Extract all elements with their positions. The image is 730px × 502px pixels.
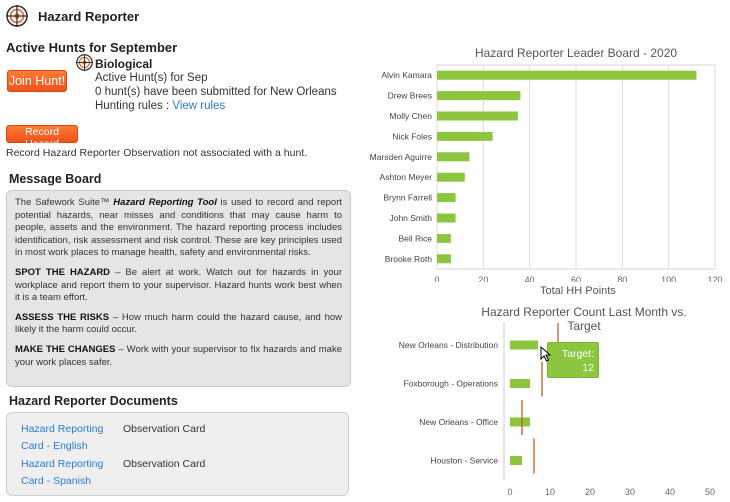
- leaderboard-bar: [437, 152, 470, 162]
- app-title: Hazard Reporter: [38, 9, 140, 24]
- document-type: Observation Card: [123, 458, 206, 470]
- x-tick-label: 0: [507, 487, 512, 497]
- actual-bar: [510, 379, 530, 388]
- tooltip-actual: Actual: 7: [553, 376, 594, 388]
- x-tick-label: 10: [545, 487, 555, 497]
- leaderboard-bar: [437, 131, 493, 141]
- leaderboard-bar: [437, 172, 465, 182]
- hunting-rules-label: Hunting rules :: [95, 100, 173, 112]
- category-label: John Smith: [389, 213, 432, 223]
- record-hazard-note: Record Hazard Reporter Observation not a…: [6, 147, 308, 159]
- category-label: Nick Foles: [392, 131, 432, 141]
- hunt-active-line: Active Hunt(s) for Sep: [95, 72, 208, 84]
- hunting-rules-line: Hunting rules : View rules: [95, 100, 225, 112]
- crosshair-target-icon: [76, 54, 93, 71]
- x-tick-label: 50: [705, 487, 715, 497]
- leaderboard-bar: [437, 111, 519, 121]
- tool-name: Hazard Reporting Tool: [113, 197, 217, 208]
- x-tick-label: 20: [478, 275, 488, 282]
- x-tick-label: 40: [525, 275, 535, 282]
- record-hazard-button[interactable]: Record Hazard: [6, 125, 78, 150]
- document-link-spanish[interactable]: Hazard Reporting Card - Spanish: [21, 456, 111, 490]
- actual-bar: [510, 340, 538, 350]
- leaderboard-bar: [437, 254, 451, 264]
- document-type: Observation Card: [123, 423, 206, 435]
- message-changes: MAKE THE CHANGES – Work with your superv…: [15, 343, 342, 368]
- message-board-panel: The Safework Suite™ Hazard Reporting Too…: [6, 190, 351, 387]
- leaderboard-x-axis-title: Total HH Points: [540, 285, 616, 297]
- actual-bar: [510, 456, 522, 465]
- x-tick-label: 60: [571, 275, 581, 282]
- document-link-english[interactable]: Hazard Reporting Card - English: [21, 421, 111, 455]
- documents-panel: Hazard Reporting Card - English Observati…: [6, 412, 349, 496]
- category-label: Foxborough - Operations: [404, 379, 499, 389]
- category-label: Bell Rice: [398, 233, 432, 243]
- category-label: New Orleans - Office: [419, 417, 498, 427]
- x-tick-label: 0: [434, 275, 439, 282]
- view-rules-link[interactable]: View rules: [172, 100, 225, 112]
- message-assess: ASSESS THE RISKS – How much harm could t…: [15, 311, 343, 336]
- category-label: Molly Chen: [389, 111, 432, 121]
- leaderboard-chart-title: Hazard Reporter Leader Board - 2020: [474, 46, 678, 60]
- crosshair-target-icon[interactable]: [6, 5, 28, 27]
- leaderboard-bar: [437, 233, 451, 243]
- x-tick-label: 80: [617, 275, 627, 282]
- actual-bar: [510, 417, 530, 427]
- category-label: New Orleans - Distribution: [399, 340, 498, 350]
- app-header: Hazard Reporter: [0, 0, 730, 33]
- category-label: Drew Brees: [388, 91, 432, 101]
- category-label: Marsden Aguirre: [370, 152, 433, 162]
- category-label: Brynn Farrell: [383, 193, 432, 203]
- leaderboard-bar: [437, 193, 456, 203]
- leaderboard-chart: 0 20 40 60 80 100 120 Alvin Kamara Drew Brees Mol…: [370, 64, 723, 282]
- hunt-name: Biological: [95, 57, 153, 71]
- message-board-heading: Message Board: [9, 172, 102, 186]
- documents-heading: Hazard Reporter Documents: [9, 394, 178, 408]
- tooltip-target: Target: 12: [561, 348, 594, 374]
- join-hunt-button[interactable]: Join Hunt!: [7, 70, 67, 92]
- active-hunts-heading: Active Hunts for September: [6, 40, 178, 55]
- hunt-submitted-line: 0 hunt(s) have been submitted for New Or…: [95, 86, 337, 98]
- message-intro: The Safework Suite™ Hazard Reporting Too…: [15, 197, 342, 259]
- x-tick-label: 120: [707, 275, 722, 282]
- category-label: Houston - Service: [430, 456, 498, 466]
- x-tick-label: 100: [661, 275, 676, 282]
- x-tick-label: 30: [625, 487, 635, 497]
- chart-tooltip: Target: 12 Actual: 7: [547, 342, 599, 388]
- category-label: Ashton Meyer: [380, 172, 433, 182]
- x-tick-label: 20: [585, 487, 595, 497]
- leaderboard-bar: [437, 70, 697, 80]
- leaderboard-bar: [437, 213, 456, 223]
- category-label: Brooke Roth: [385, 254, 433, 264]
- message-spot: SPOT THE HAZARD – Be alert at work. Watc…: [15, 266, 342, 304]
- x-tick-label: 40: [665, 487, 675, 497]
- category-label: Alvin Kamara: [381, 70, 432, 80]
- leaderboard-bar: [437, 91, 521, 101]
- mouse-cursor-icon: [540, 346, 552, 362]
